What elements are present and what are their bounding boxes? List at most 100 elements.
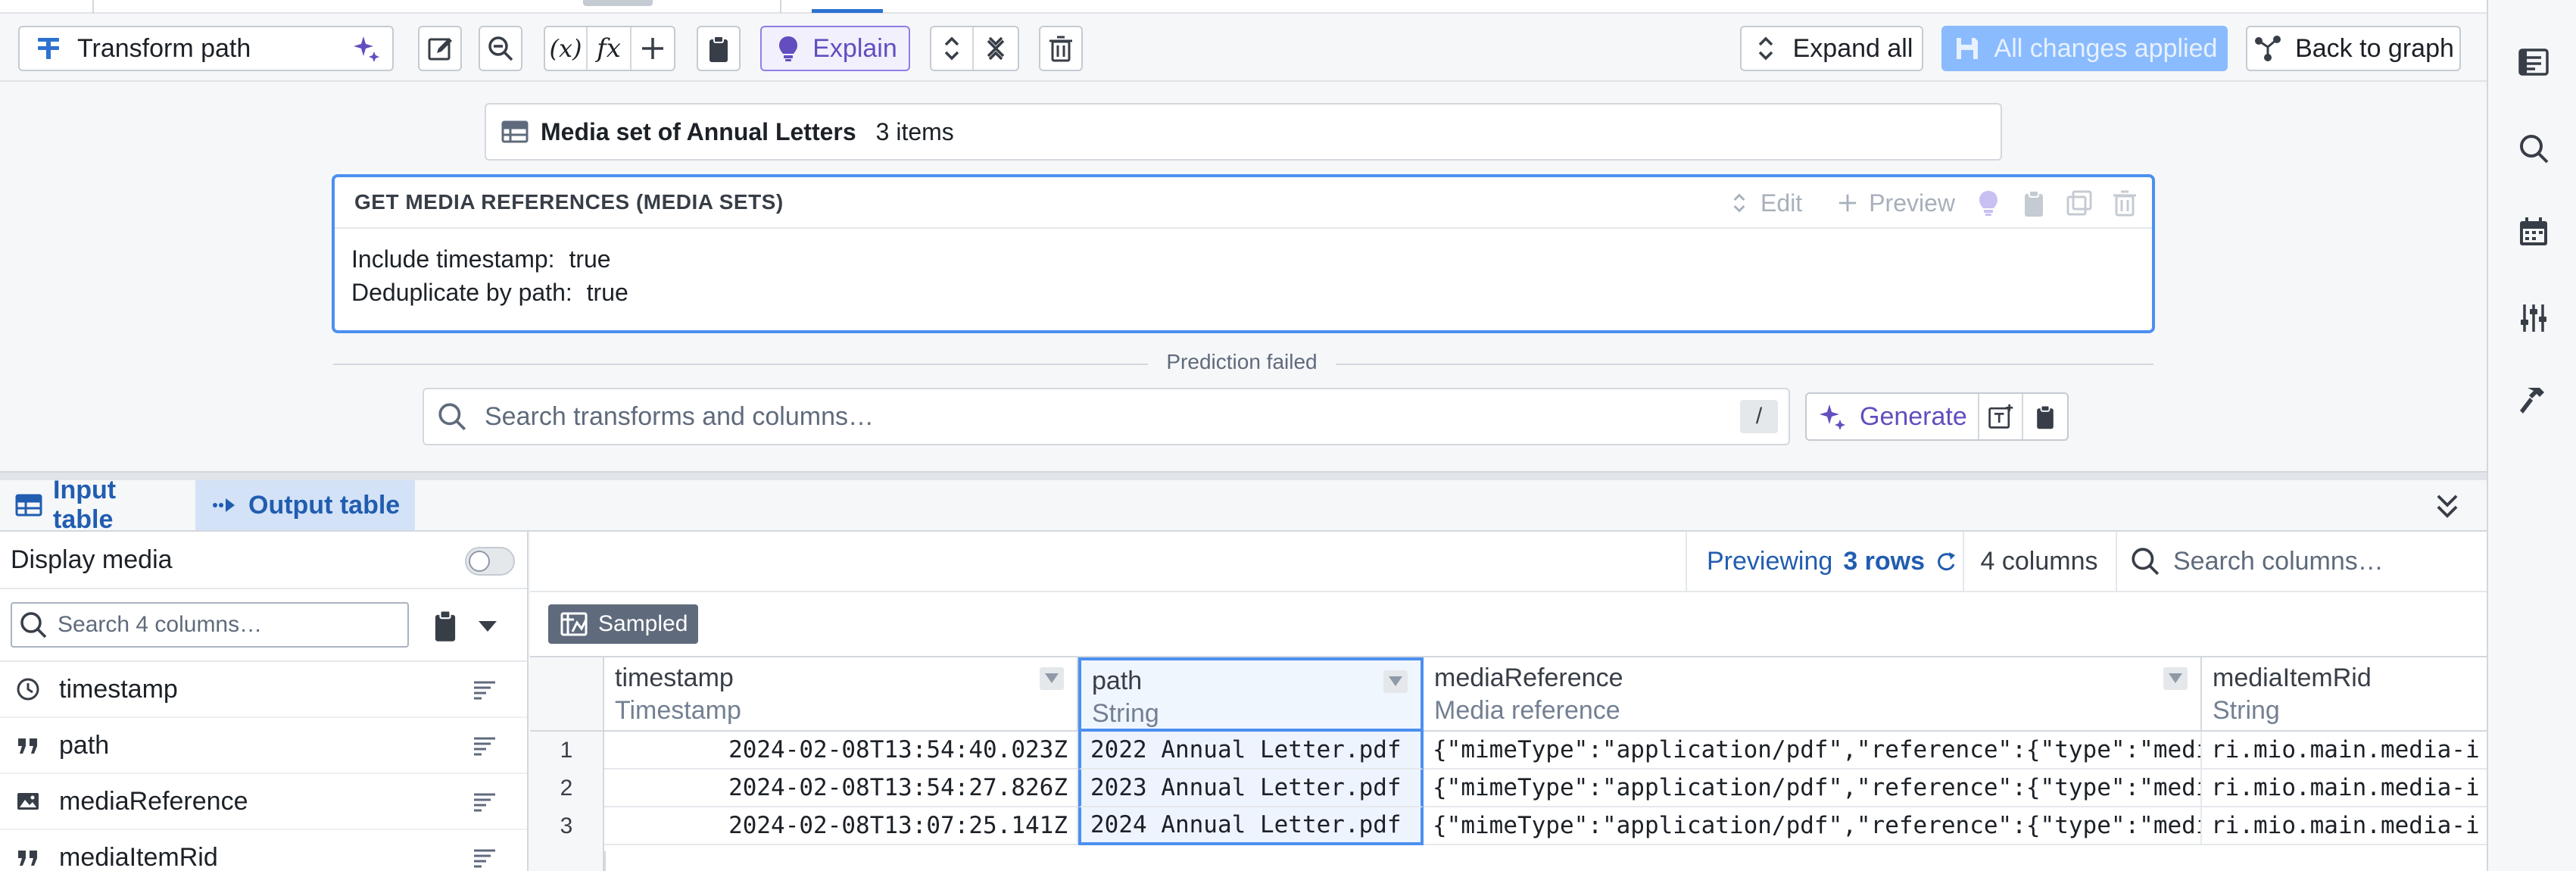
expand-all-button[interactable]: Expand all [1740,26,1923,71]
bottom-tabs: Input table Output table [0,476,2487,534]
column-header[interactable]: timestamp Timestamp [604,657,1078,732]
source-card[interactable]: Media set of Annual Letters 3 items [485,103,2002,161]
filter-icon[interactable] [1039,667,1065,691]
back-to-graph-button[interactable]: Back to graph [2246,26,2461,71]
table-cell[interactable]: ri.mio.main.media-i [2202,807,2487,845]
explain-label: Explain [812,33,897,63]
add-text-button[interactable] [1979,394,2023,439]
transform-card[interactable]: GET MEDIA REFERENCES (MEDIA SETS) Edit P… [332,174,2155,333]
clipboard-icon[interactable] [429,607,462,644]
collapse-icon[interactable] [974,33,1018,64]
board-title-input[interactable]: Transform path [18,26,394,71]
column-item[interactable]: path [0,718,527,774]
sampled-label: Sampled [598,611,688,636]
transform-params: Include timestamp: true Deduplicate by p… [335,229,2152,323]
sparkle-icon[interactable] [351,33,382,64]
table-cell[interactable]: 2022 Annual Letter.pdf [1078,732,1424,770]
quote-icon [15,732,41,758]
transform-search-input[interactable]: Search transforms and columns… / [423,388,1790,445]
column-item[interactable]: mediaItemRid [0,830,527,871]
display-media-row: Display media [0,532,527,589]
sampled-icon [559,609,598,639]
table-cell[interactable]: 2024-02-08T13:07:25.141Z [604,807,1078,845]
caret-down-icon[interactable] [474,615,501,636]
filter-icon[interactable] [2163,667,2188,691]
column-search-input[interactable]: Search 4 columns… [11,602,409,648]
search-columns-input[interactable]: Search columns… [2116,532,2487,591]
column-header-name: mediaReference [1434,663,1623,692]
table-cell[interactable]: {"mimeType":"application/pdf","reference… [1424,807,2202,845]
search-placeholder: Search transforms and columns… [485,401,874,431]
sampled-badge[interactable]: Sampled [548,604,699,644]
table-cell[interactable]: {"mimeType":"application/pdf","reference… [1424,770,2202,807]
tab-input-table[interactable]: Input table [0,476,195,534]
all-changes-applied-button[interactable]: All changes applied [1941,26,2228,71]
transform-edit-button[interactable]: Edit [1727,189,1802,217]
tab-output-table[interactable]: Output table [195,480,415,530]
column-header[interactable]: mediaReference Media reference [1424,657,2202,732]
trash-icon[interactable] [2110,188,2140,218]
tab-pill[interactable] [583,0,653,6]
source-title: Media set of Annual Letters [541,117,856,145]
column-search-placeholder: Search 4 columns… [58,612,263,637]
double-chevron-down-icon[interactable] [2431,489,2464,523]
sort-icon[interactable] [472,735,497,757]
delete-button[interactable] [1039,26,1083,71]
param-row: Include timestamp: true [351,242,2135,276]
clipboard-icon [2036,404,2054,429]
hammer-icon[interactable] [2517,385,2550,418]
calendar-icon[interactable] [2517,215,2550,248]
table-empty-area [604,851,2487,871]
panel-resize-handle[interactable] [0,471,2487,480]
search-icon [18,610,58,640]
filter-icon[interactable] [1383,670,1408,694]
expand-icon [1751,33,1781,64]
table-cell[interactable]: 2024-02-08T13:54:27.826Z [604,770,1078,807]
variable-button[interactable]: (x) [545,27,588,70]
table-cell[interactable]: {"mimeType":"application/pdf","reference… [1424,732,2202,770]
display-media-toggle[interactable] [465,547,515,576]
sort-icon[interactable] [472,791,497,813]
table-cell[interactable]: 2024-02-08T13:54:40.023Z [604,732,1078,770]
zoom-out-button[interactable] [479,26,522,71]
transform-icon [33,33,64,64]
function-button[interactable]: fx [588,27,632,70]
generate-group: Generate [1805,392,2069,441]
rows-count: 3 rows [1843,546,1926,576]
list-panel-icon[interactable] [2517,45,2550,79]
table-cell[interactable]: 2023 Annual Letter.pdf [1078,770,1424,807]
sliders-icon[interactable] [2517,301,2550,335]
column-item[interactable]: mediaReference [0,774,527,830]
column-header-type: String [1092,699,1159,728]
paste-button[interactable] [2023,394,2067,439]
edit-button[interactable] [418,26,462,71]
display-media-label: Display media [11,545,173,574]
clipboard-icon [703,33,734,64]
transform-preview-button[interactable]: Preview [1835,189,1955,217]
column-header[interactable]: mediaItemRid String [2202,657,2487,732]
columns-count[interactable]: 4 columns [1963,532,2114,591]
add-icon[interactable] [632,33,674,64]
column-item[interactable]: timestamp [0,662,527,718]
image-icon [15,788,41,814]
paste-button[interactable] [697,26,741,71]
sort-icon[interactable] [472,847,497,869]
generate-button[interactable]: Generate [1807,394,1979,439]
search-icon [2129,545,2173,577]
lightbulb-icon[interactable] [1973,188,2004,218]
edit-label: Edit [1760,189,1803,217]
search-icon[interactable] [2517,132,2550,165]
table-cell[interactable]: ri.mio.main.media-i [2202,770,2487,807]
explain-button[interactable]: Explain [760,26,910,71]
duplicate-icon[interactable] [2064,188,2094,218]
sort-icon[interactable] [472,679,497,701]
table-cell[interactable]: ri.mio.main.media-i [2202,732,2487,770]
expand-icon [1727,191,1760,215]
clipboard-icon[interactable] [2019,188,2049,218]
table-cell[interactable]: 2024 Annual Letter.pdf [1078,807,1424,845]
column-header[interactable]: path String [1078,657,1424,732]
expand-icon[interactable] [931,27,974,70]
row-number: 2 [530,770,604,807]
save-icon [1952,33,1982,64]
column-name: timestamp [59,674,178,704]
